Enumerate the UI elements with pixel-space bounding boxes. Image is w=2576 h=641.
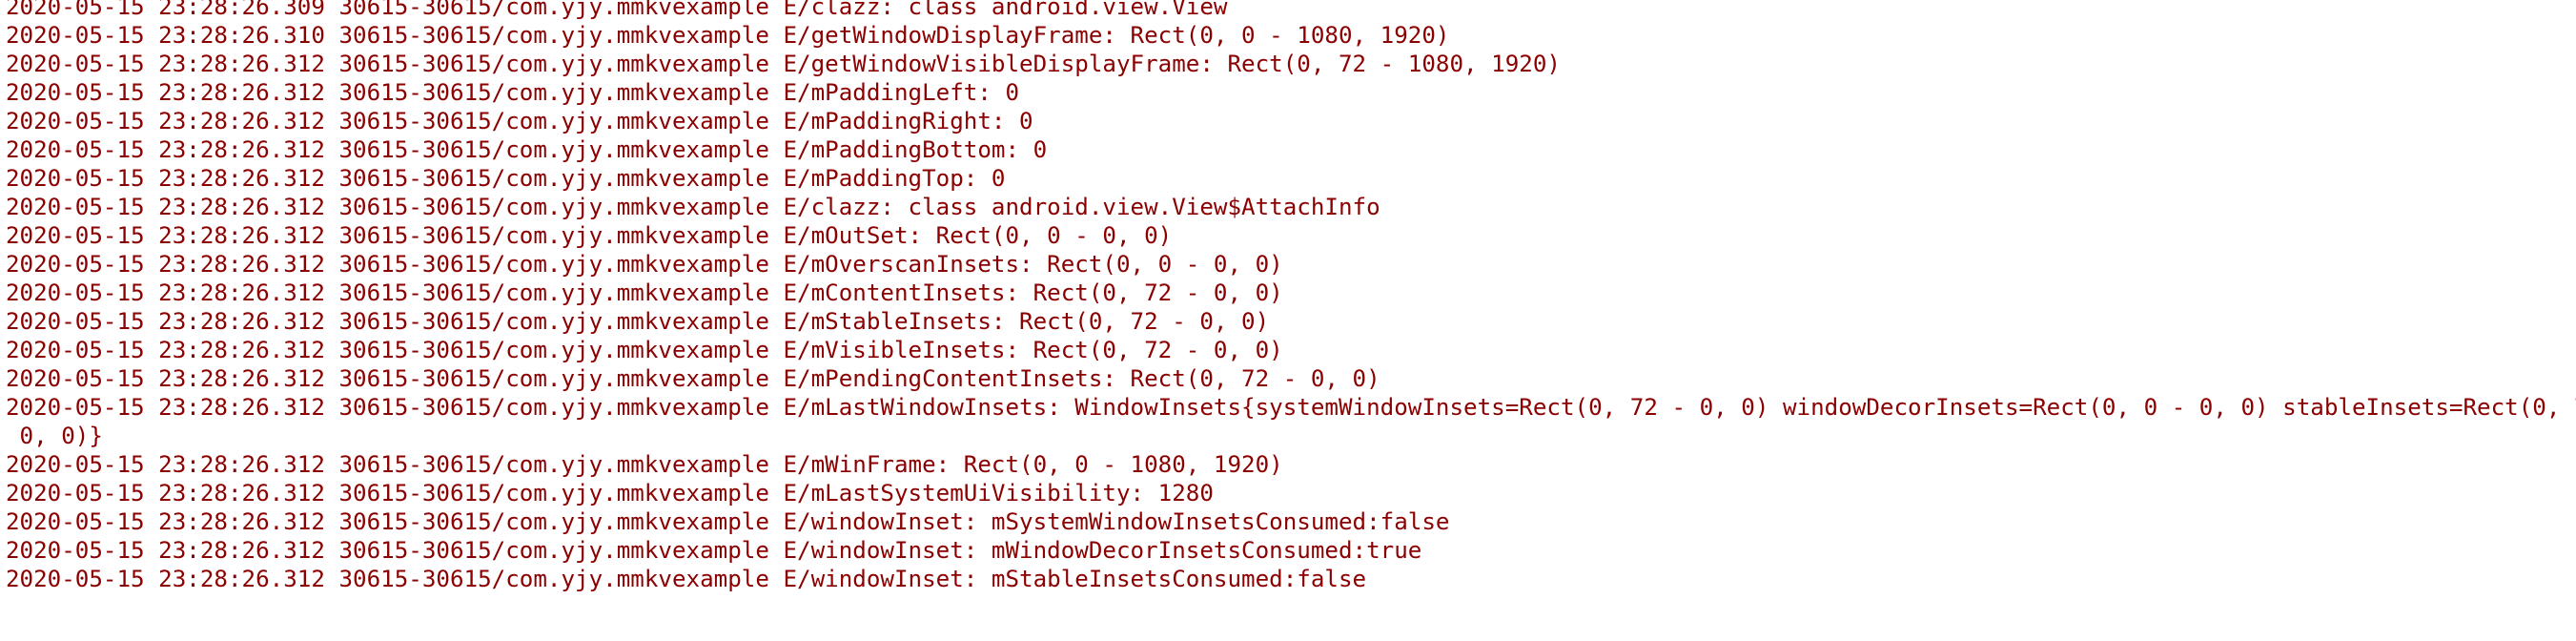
logcat-console[interactable]: 2020-05-15 23:28:26.309 30615-30615/com.… <box>0 0 2576 641</box>
log-line: 2020-05-15 23:28:26.312 30615-30615/com.… <box>6 165 1006 192</box>
log-line: 2020-05-15 23:28:26.312 30615-30615/com.… <box>6 222 1173 249</box>
log-line: 2020-05-15 23:28:26.312 30615-30615/com.… <box>6 251 1283 278</box>
log-line: 2020-05-15 23:28:26.312 30615-30615/com.… <box>6 108 1033 134</box>
log-line: 2020-05-15 23:28:26.312 30615-30615/com.… <box>6 480 1214 507</box>
log-line: 2020-05-15 23:28:26.310 30615-30615/com.… <box>6 22 1450 49</box>
log-line: 2020-05-15 23:28:26.312 30615-30615/com.… <box>6 394 2576 421</box>
log-line: 2020-05-15 23:28:26.312 30615-30615/com.… <box>6 51 1561 77</box>
log-line: 2020-05-15 23:28:26.312 30615-30615/com.… <box>6 194 1380 220</box>
log-line: 2020-05-15 23:28:26.312 30615-30615/com.… <box>6 537 1422 564</box>
log-line: 2020-05-15 23:28:26.312 30615-30615/com.… <box>6 79 1020 106</box>
log-line: 2020-05-15 23:28:26.312 30615-30615/com.… <box>6 308 1270 335</box>
log-line: 2020-05-15 23:28:26.312 30615-30615/com.… <box>6 508 1450 535</box>
log-line: 2020-05-15 23:28:26.309 30615-30615/com.… <box>6 0 1228 20</box>
log-line: 2020-05-15 23:28:26.312 30615-30615/com.… <box>6 365 1380 392</box>
log-line: 2020-05-15 23:28:26.312 30615-30615/com.… <box>6 136 1048 163</box>
log-line: 2020-05-15 23:28:26.312 30615-30615/com.… <box>6 337 1283 363</box>
log-line: 2020-05-15 23:28:26.312 30615-30615/com.… <box>6 566 1367 592</box>
log-line-continuation: 0, 0)} <box>6 423 103 449</box>
log-line: 2020-05-15 23:28:26.312 30615-30615/com.… <box>6 279 1283 306</box>
log-line: 2020-05-15 23:28:26.312 30615-30615/com.… <box>6 451 1283 478</box>
